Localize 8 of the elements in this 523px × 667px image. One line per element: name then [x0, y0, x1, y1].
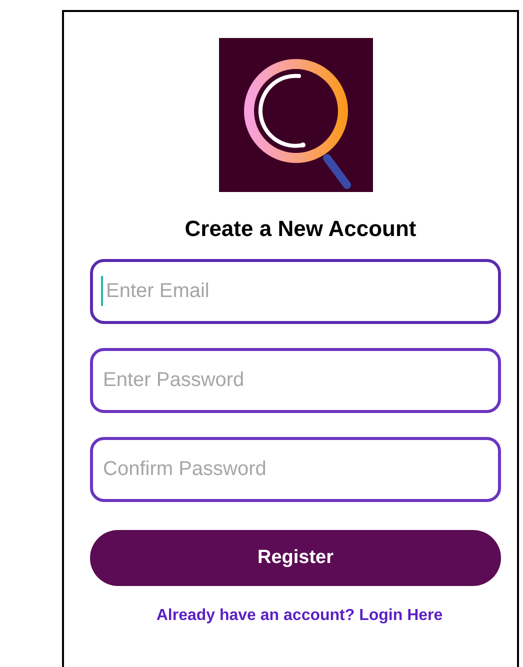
register-button[interactable]: Register: [90, 530, 501, 586]
magnifier-logo-icon: [219, 38, 373, 192]
input-field[interactable]: Enter Email: [90, 259, 501, 324]
login-link[interactable]: Already have an account? Login Here: [98, 604, 501, 628]
input-field[interactable]: Enter Password: [90, 348, 501, 413]
page-title: Create a New Account: [184, 215, 418, 243]
text-cursor-icon: [101, 276, 103, 306]
input-field[interactable]: Confirm Password: [90, 437, 501, 502]
